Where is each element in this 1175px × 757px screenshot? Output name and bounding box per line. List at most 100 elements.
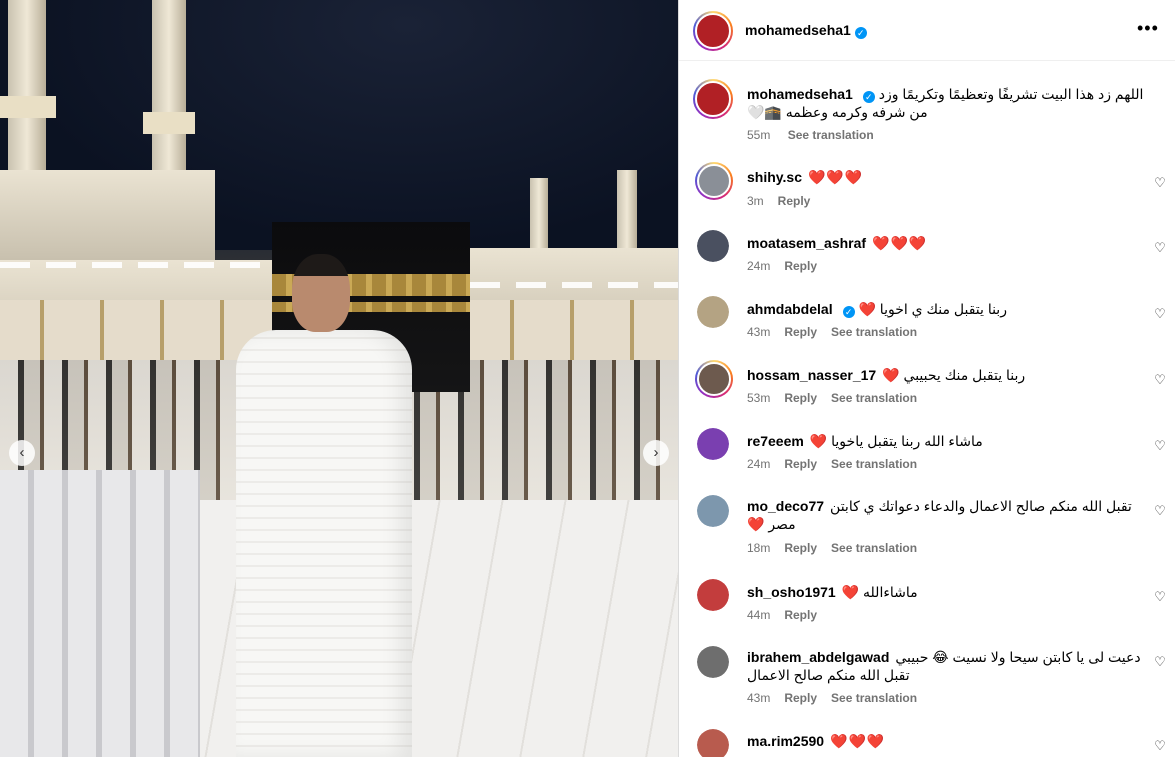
commenter-avatar[interactable]: [697, 428, 729, 460]
avatar-image: [697, 729, 729, 757]
commenter-avatar[interactable]: [697, 579, 729, 611]
comment-text: ibrahem_abdelgawad دعيت لى يا كابتن سيحا …: [747, 648, 1142, 684]
lights: [0, 262, 272, 268]
chevron-right-icon[interactable]: ›: [643, 440, 669, 466]
barrier: [0, 470, 200, 757]
see-translation-button[interactable]: See translation: [831, 691, 917, 705]
post-caption: mohamedseha1 ✓ اللهم زد هذا البيت تشريفًا…: [679, 79, 1175, 149]
see-translation-button[interactable]: See translation: [831, 391, 917, 405]
commenter-username[interactable]: sh_osho1971: [747, 584, 836, 600]
comment-text: hossam_nasser_17 ربنا يتقبل منك يحبيبي ❤️: [747, 366, 1147, 384]
comment-meta: 18m Reply See translation: [747, 541, 931, 555]
comment-item: sh_osho1971 ماشاءالله ❤️ 44m Reply ♡: [679, 577, 1175, 637]
comment-item: ibrahem_abdelgawad دعيت لى يا كابتن سيحا …: [679, 644, 1175, 720]
see-translation-button[interactable]: See translation: [831, 541, 917, 555]
comment-text: re7eeem ماشاء الله ربنا يتقبل ياخويا ❤️: [747, 432, 1147, 450]
commenter-username[interactable]: ahmdabdelal: [747, 301, 833, 317]
commenter-username[interactable]: moatasem_ashraf: [747, 235, 866, 251]
reply-button[interactable]: Reply: [784, 259, 817, 273]
like-heart-icon[interactable]: ♡: [1153, 655, 1167, 669]
post-image[interactable]: ‹ ›: [0, 0, 678, 757]
like-heart-icon[interactable]: ♡: [1153, 739, 1167, 753]
minaret-balcony: [143, 112, 195, 134]
caption-meta: 55m See translation: [747, 128, 888, 142]
like-heart-icon[interactable]: ♡: [1153, 504, 1167, 518]
comment-meta: 24m Reply: [747, 259, 831, 273]
caption-time: 55m: [747, 128, 771, 142]
avatar-image: [697, 646, 729, 678]
comment-time: 18m: [747, 541, 771, 555]
author-avatar[interactable]: [693, 79, 733, 119]
chevron-left-icon[interactable]: ‹: [9, 440, 35, 466]
avatar-image: [697, 428, 729, 460]
comment-meta: 43m Reply See translation: [747, 325, 931, 339]
like-heart-icon[interactable]: ♡: [1153, 373, 1167, 387]
comment-item: re7eeem ماشاء الله ربنا يتقبل ياخويا ❤️ 2…: [679, 426, 1175, 486]
like-heart-icon[interactable]: ♡: [1153, 439, 1167, 453]
verified-icon: ✓: [854, 27, 867, 39]
comment-meta: 53m Reply See translation: [747, 391, 931, 405]
building: [0, 170, 215, 260]
commenter-avatar[interactable]: [697, 646, 729, 678]
commenter-avatar[interactable]: [697, 495, 729, 527]
author-avatar[interactable]: [693, 11, 733, 51]
commenter-username[interactable]: ibrahem_abdelgawad: [747, 649, 889, 665]
see-translation-button[interactable]: See translation: [831, 457, 917, 471]
avatar-image: [695, 13, 731, 49]
commenter-avatar[interactable]: [695, 162, 733, 200]
verified-icon: ✓: [842, 306, 855, 318]
comment-text: sh_osho1971 ماشاءالله ❤️: [747, 583, 1147, 601]
avatar-image: [697, 362, 731, 396]
like-heart-icon[interactable]: ♡: [1153, 590, 1167, 604]
more-horizontal-icon[interactable]: •••: [1137, 18, 1159, 39]
comment-time: 43m: [747, 691, 771, 705]
comment-item: ma.rim2590 ❤️❤️❤️ ♡: [679, 727, 1175, 757]
author-username[interactable]: mohamedseha1 ✓: [745, 22, 867, 39]
commenter-username[interactable]: re7eeem: [747, 433, 804, 449]
like-heart-icon[interactable]: ♡: [1153, 176, 1167, 190]
comment-meta: 24m Reply See translation: [747, 457, 931, 471]
commenter-username[interactable]: ma.rim2590: [747, 733, 824, 749]
avatar-image: [697, 495, 729, 527]
commenter-username[interactable]: mo_deco77: [747, 498, 824, 514]
caption-username[interactable]: mohamedseha1: [747, 86, 853, 102]
comment-body: ماشاءالله ❤️: [841, 584, 918, 600]
comment-body: ❤️❤️❤️: [830, 733, 886, 749]
reply-button[interactable]: Reply: [784, 541, 817, 555]
comment-time: 44m: [747, 608, 771, 622]
see-translation-button[interactable]: See translation: [788, 128, 874, 142]
commenter-avatar[interactable]: [697, 729, 729, 757]
avatar-image: [697, 230, 729, 262]
like-heart-icon[interactable]: ♡: [1153, 307, 1167, 321]
comment-text: ma.rim2590 ❤️❤️❤️: [747, 732, 1147, 750]
reply-button[interactable]: Reply: [784, 457, 817, 471]
commenter-avatar[interactable]: [697, 296, 729, 328]
comment-text: mo_deco77 تقبل الله منكم صالح الاعمال وال…: [747, 497, 1142, 533]
post-header: mohamedseha1 ✓ •••: [679, 0, 1175, 61]
reply-button[interactable]: Reply: [784, 691, 817, 705]
minaret: [8, 0, 46, 170]
minaret: [530, 178, 548, 258]
see-translation-button[interactable]: See translation: [831, 325, 917, 339]
comment-time: 43m: [747, 325, 771, 339]
comment-time: 53m: [747, 391, 771, 405]
person: [236, 250, 412, 757]
comment-meta: 44m Reply: [747, 608, 831, 622]
person-head: [292, 254, 350, 332]
commenter-username[interactable]: shihy.sc: [747, 169, 802, 185]
like-heart-icon[interactable]: ♡: [1153, 241, 1167, 255]
minaret-balcony: [0, 96, 56, 118]
reply-button[interactable]: Reply: [778, 194, 811, 208]
commenter-avatar[interactable]: [695, 360, 733, 398]
commenter-username[interactable]: hossam_nasser_17: [747, 367, 876, 383]
comment-item: moatasem_ashraf ❤️❤️❤️ 24m Reply ♡: [679, 228, 1175, 288]
reply-button[interactable]: Reply: [784, 608, 817, 622]
comment-body: ربنا يتقبل منك يحبيبي ❤️: [882, 367, 1026, 383]
commenter-avatar[interactable]: [697, 230, 729, 262]
author-name[interactable]: mohamedseha1: [745, 22, 851, 38]
arches: [470, 300, 678, 360]
minaret: [152, 0, 186, 190]
reply-button[interactable]: Reply: [784, 325, 817, 339]
reply-button[interactable]: Reply: [784, 391, 817, 405]
comment-time: 24m: [747, 259, 771, 273]
